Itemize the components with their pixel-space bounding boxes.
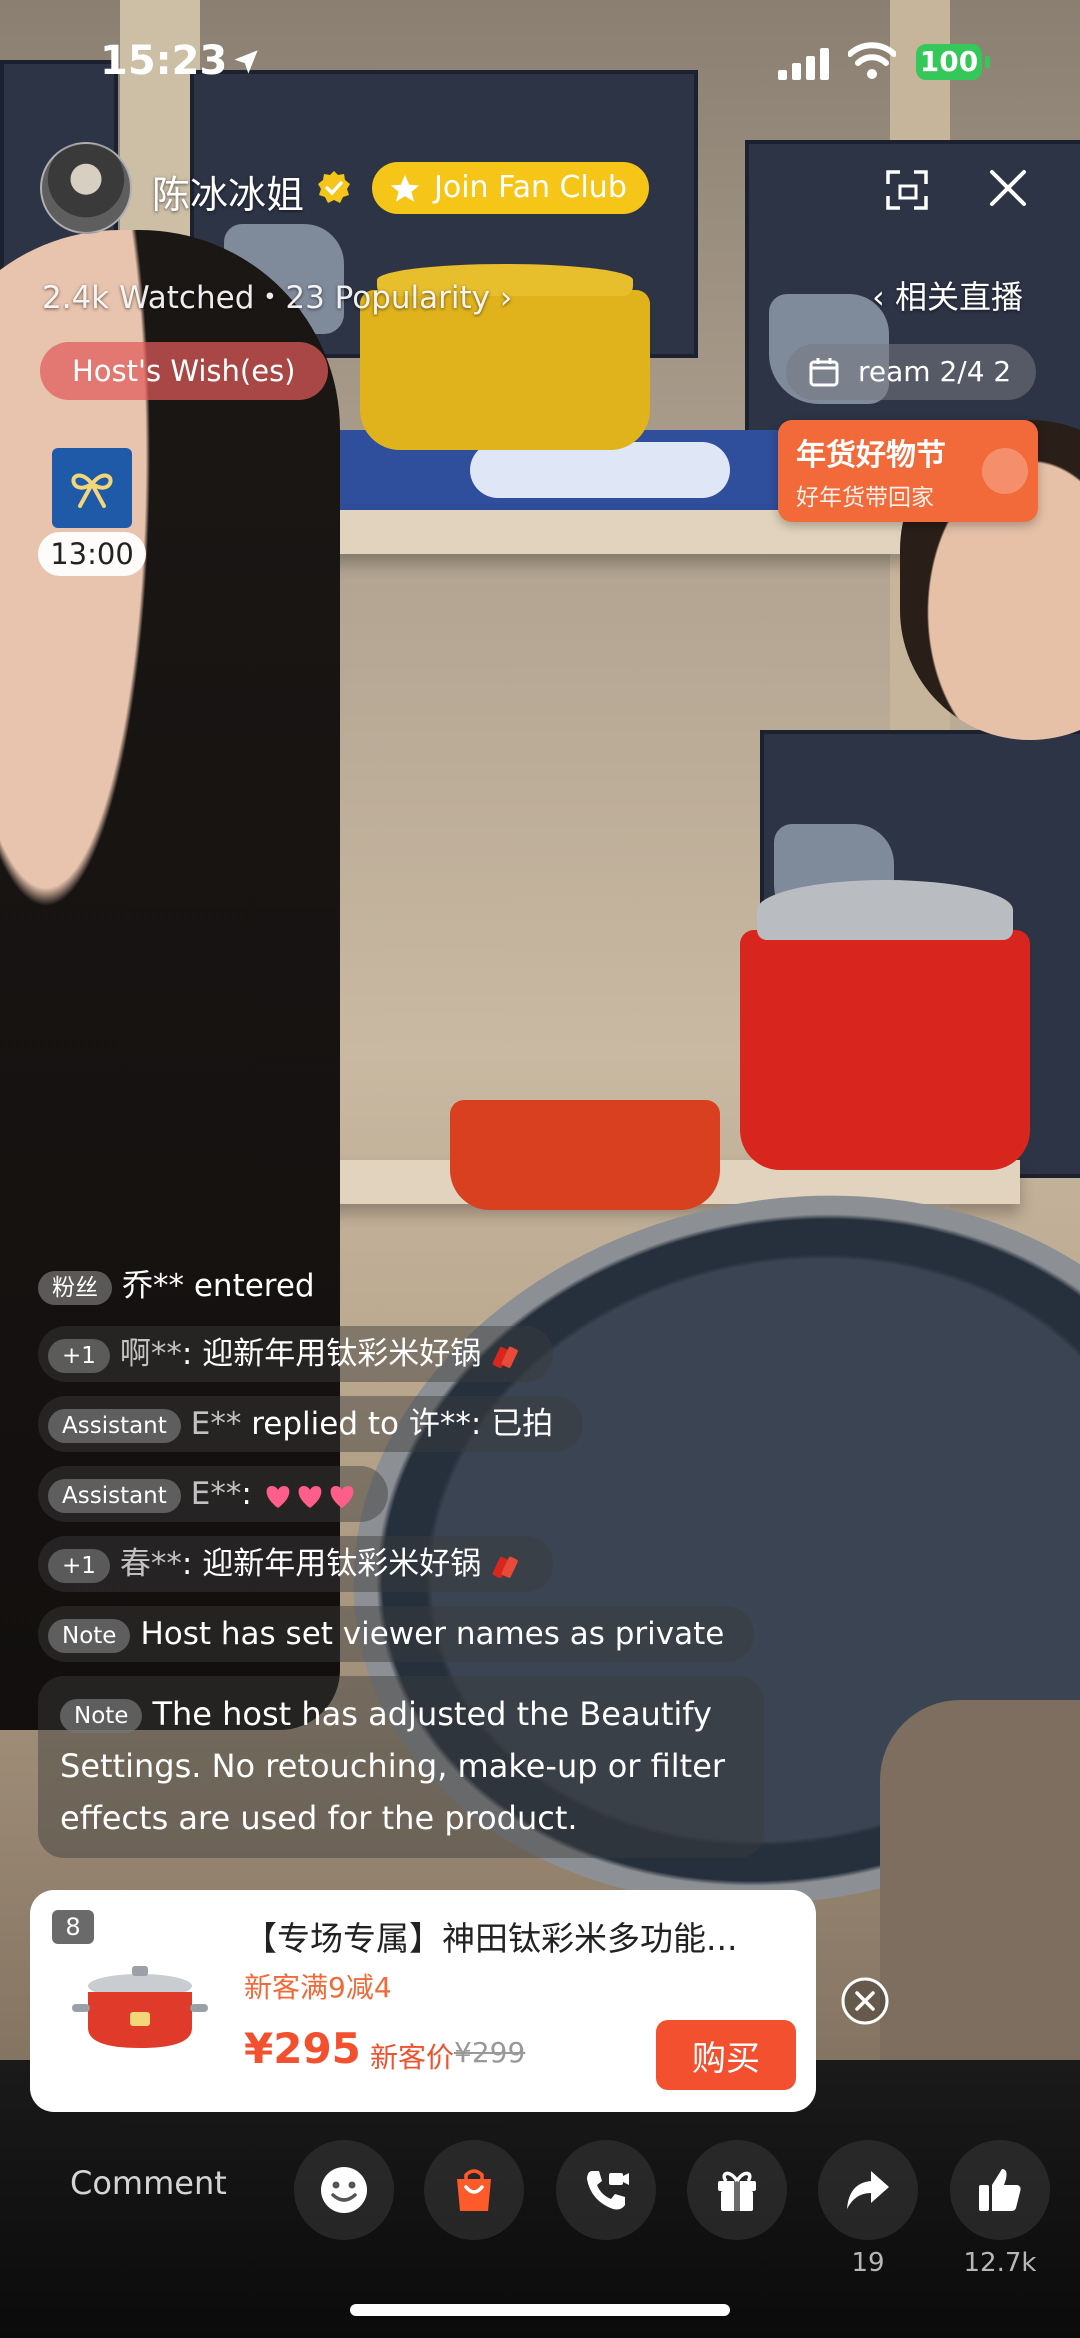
chat-message-note: Note The host has adjusted the Beautify S… xyxy=(38,1676,764,1858)
join-fan-club-button[interactable]: Join Fan Club xyxy=(372,162,649,214)
status-bar: 15:23 100 xyxy=(0,0,1080,130)
stream-schedule-label: ream 2/4 2 xyxy=(858,355,1012,388)
cellular-signal-icon xyxy=(778,48,829,80)
gift-countdown: 13:00 xyxy=(38,532,146,576)
promo-banner[interactable]: 年货好物节 好年货带回家 xyxy=(778,420,1038,522)
watched-popularity[interactable]: 2.4k Watched・23 Popularity › xyxy=(42,272,512,317)
product-image xyxy=(72,1966,208,2048)
status-time: 15:23 xyxy=(100,38,228,84)
note-tag: Note xyxy=(48,1618,131,1653)
red-pot xyxy=(740,880,1030,1170)
stream-schedule-pill[interactable]: ream 2/4 2 xyxy=(786,344,1036,400)
shop-bag-button[interactable] xyxy=(424,2140,524,2240)
original-price: ¥299 xyxy=(454,2036,526,2069)
comment-input[interactable]: Comment xyxy=(36,2150,320,2216)
thumbs-up-icon xyxy=(979,2169,1021,2211)
like-count: 12.7k xyxy=(963,2248,1037,2278)
home-indicator[interactable] xyxy=(350,2304,730,2316)
host-name[interactable]: 陈冰冰姐 xyxy=(152,164,304,219)
smile-icon xyxy=(982,448,1028,494)
heart-icon xyxy=(298,1485,322,1508)
promo-subtitle: 好年货带回家 xyxy=(796,485,934,511)
host-avatar[interactable] xyxy=(40,142,132,234)
phone-video-icon xyxy=(587,2171,629,2210)
chat-message: Note Host has set viewer names as private xyxy=(38,1606,755,1662)
gift-icon xyxy=(718,2171,756,2211)
location-arrow-icon xyxy=(234,50,258,74)
star-icon xyxy=(390,174,420,202)
orange-pot xyxy=(450,1100,720,1210)
calendar-icon xyxy=(809,358,839,387)
chat-message: Assistant E**: xyxy=(38,1466,388,1522)
promo-title: 年货好物节 xyxy=(796,438,946,473)
buy-button[interactable]: 购买 xyxy=(656,2020,796,2090)
plus-one-tag: +1 xyxy=(48,1548,110,1583)
call-button[interactable] xyxy=(556,2140,656,2240)
fan-tag: 粉丝 xyxy=(38,1270,112,1305)
verified-badge-icon xyxy=(318,171,350,203)
new-customer-price-label: 新客价 xyxy=(370,2041,455,2074)
product-title: 【专场专属】神田钛彩米多功能... xyxy=(244,1919,738,1958)
heart-icon xyxy=(330,1485,354,1508)
gift-box-button[interactable] xyxy=(52,448,132,528)
emoji-button[interactable] xyxy=(294,2140,394,2240)
product-deal: 新客满9减4 xyxy=(244,1971,392,2004)
chat-message: Assistant E** replied to 许**: 已拍 xyxy=(38,1396,584,1452)
smiley-icon xyxy=(321,2167,367,2213)
join-fan-club-label: Join Fan Club xyxy=(434,170,627,205)
firecracker-icon xyxy=(492,1346,518,1368)
close-icon[interactable] xyxy=(988,168,1028,208)
gift-button[interactable] xyxy=(687,2140,787,2240)
wifi-icon xyxy=(848,42,896,79)
share-count: 19 xyxy=(851,2248,885,2278)
chat-message: +1 啊**: 迎新年用钛彩米好锅 xyxy=(38,1326,554,1382)
chat-message: +1 春**: 迎新年用钛彩米好锅 xyxy=(38,1536,554,1592)
assistant-tag: Assistant xyxy=(48,1408,181,1443)
like-button[interactable] xyxy=(950,2140,1050,2240)
product-rank: 8 xyxy=(52,1910,94,1944)
firecracker-icon xyxy=(492,1556,518,1578)
host-wishes-button[interactable]: Host's Wish(es) xyxy=(40,342,328,400)
product-card[interactable]: 8 【专场专属】神田钛彩米多功能... 新客满9减4 ¥295 新客价 ¥299… xyxy=(30,1890,816,2112)
product-price: ¥295 xyxy=(244,2024,361,2073)
related-live-link[interactable]: ‹ 相关直播 xyxy=(872,272,1023,318)
battery-indicator: 100 xyxy=(916,44,990,80)
picture-in-picture-icon[interactable] xyxy=(884,168,930,212)
chat-message: 粉丝 乔** entered xyxy=(38,1258,345,1314)
heart-icon xyxy=(266,1485,290,1508)
assistant-tag: Assistant xyxy=(48,1478,181,1513)
shopping-bag-icon xyxy=(457,2169,491,2211)
close-product-card-icon[interactable] xyxy=(840,1976,890,2026)
gift-bow-icon xyxy=(71,473,113,508)
share-button[interactable] xyxy=(818,2140,918,2240)
plus-one-tag: +1 xyxy=(48,1338,110,1373)
note-tag: Note xyxy=(60,1699,143,1733)
share-arrow-icon xyxy=(847,2171,889,2209)
